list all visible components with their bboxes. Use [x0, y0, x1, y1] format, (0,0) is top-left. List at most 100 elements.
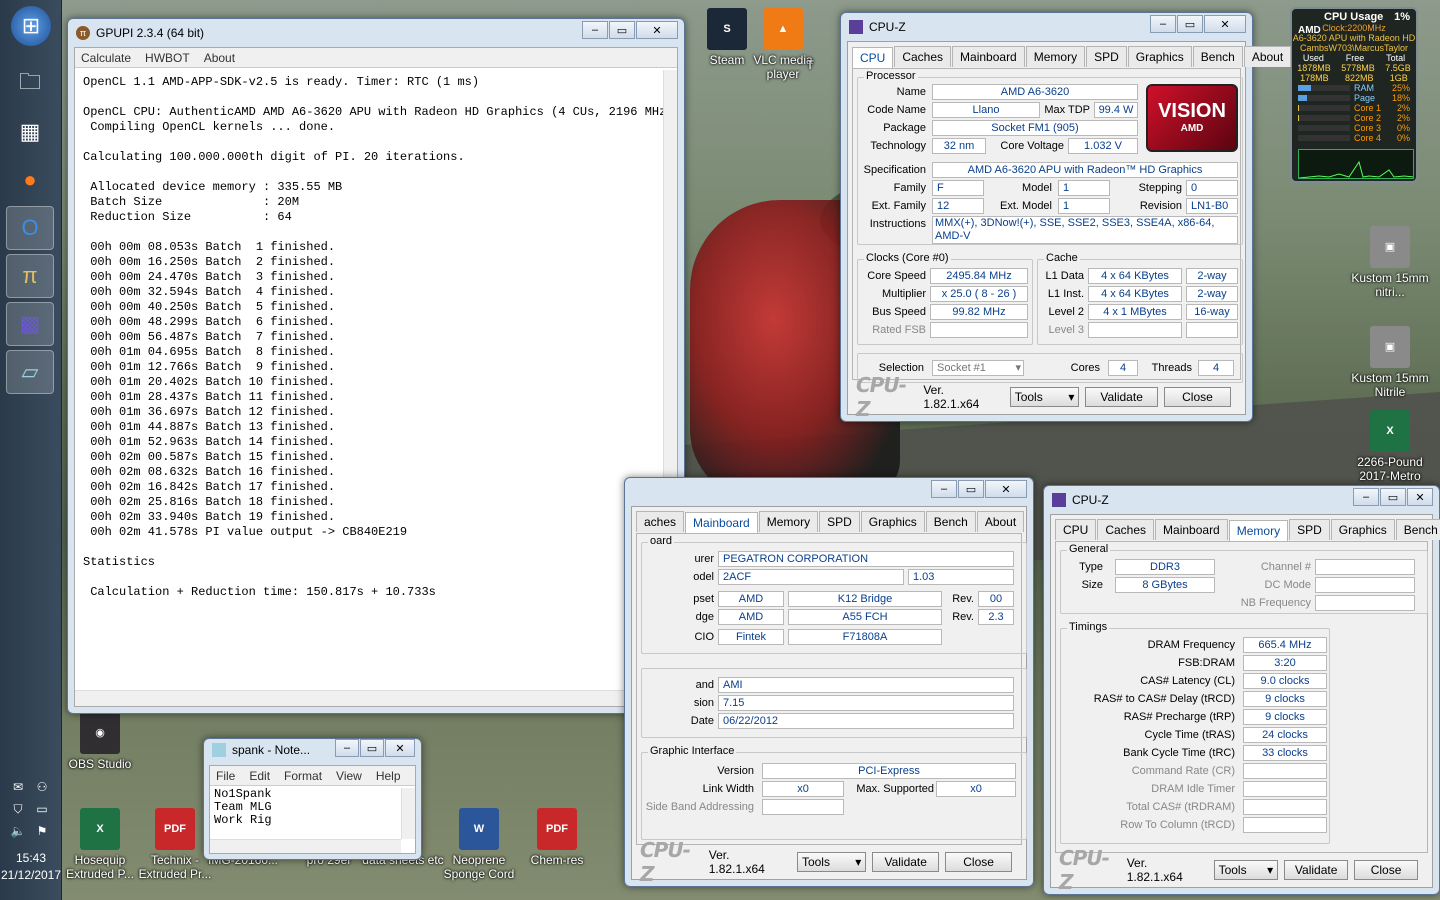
cpuz-icon[interactable]: ▩ — [6, 302, 54, 346]
maximize-button[interactable]: ▭ — [360, 739, 384, 757]
menu-hwbot[interactable]: HWBOT — [145, 51, 190, 65]
clock[interactable]: 15:43 21/12/2017 — [0, 850, 62, 884]
tools-button[interactable]: Tools ▾ — [1213, 860, 1279, 880]
tab-mainboard[interactable]: Mainboard — [952, 46, 1025, 67]
notepad-menu-help[interactable]: Help — [376, 769, 401, 783]
chipset-vendor: AMD — [718, 591, 784, 607]
notepad-menu-view[interactable]: View — [336, 769, 362, 783]
tools-button[interactable]: Tools ▾ — [796, 852, 867, 872]
notepad-window[interactable]: spank - Note... – ▭ ✕ File Edit Format View… — [203, 738, 422, 860]
console-line: 00h 00m 08.053s Batch 1 finished. — [83, 240, 336, 254]
close-button[interactable]: ✕ — [385, 739, 415, 757]
close-button[interactable]: ✕ — [1204, 15, 1246, 33]
tab-bench[interactable]: Bench — [1395, 519, 1440, 540]
notepad-horizontal-scrollbar[interactable] — [210, 839, 401, 853]
desktop-icon-label-partial: T — [806, 58, 814, 72]
maximize-button[interactable]: ▭ — [958, 480, 984, 498]
maximize-button[interactable]: ▭ — [609, 21, 635, 39]
tab-bench[interactable]: Bench — [1192, 46, 1243, 67]
maximize-button[interactable]: ▭ — [1177, 15, 1203, 33]
tab-graphics[interactable]: Graphics — [1330, 519, 1395, 540]
tab-memory[interactable]: Memory — [1025, 46, 1086, 67]
minimize-button[interactable]: – — [1150, 15, 1176, 33]
desktop-icon[interactable]: ▣ Kustom 15mm nitri... — [1345, 226, 1435, 299]
processor-label: Processor — [864, 70, 918, 82]
close-app-button[interactable]: Close — [945, 852, 1013, 872]
tab-caches[interactable]: Caches — [1097, 519, 1155, 540]
tab-graphics[interactable]: Graphics — [860, 511, 925, 532]
desktop-icon[interactable]: X 2266-Pound 2017-Metro — [1345, 410, 1435, 483]
amd-vision-logo: VISION AMD — [1146, 84, 1238, 152]
desktop-icon[interactable]: W Neoprene Sponge Cord — [434, 808, 524, 881]
tab-about[interactable]: About — [1243, 46, 1292, 67]
bios-group: and AMI sion 7.15 Date 06/22/2012 — [641, 668, 1027, 738]
cpuz-mainboard-window[interactable]: – ▭ ✕ aches Mainboard Memory SPD Graphics Ben… — [624, 477, 1034, 887]
notepad-vertical-scrollbar[interactable] — [401, 788, 415, 839]
tab-memory[interactable]: Memory — [1228, 520, 1289, 541]
desktop-icon[interactable]: PDF Chem-res — [512, 808, 602, 867]
menu-about[interactable]: About — [204, 51, 235, 65]
gadget-free-header: Free — [1345, 53, 1365, 63]
minimize-button[interactable]: – — [1353, 488, 1379, 506]
minimize-button[interactable]: – — [582, 21, 608, 39]
validate-button[interactable]: Validate — [872, 852, 940, 872]
tray-flag-icon[interactable]: ⚑ — [32, 824, 52, 842]
tab-bench[interactable]: Bench — [925, 511, 976, 532]
gpupi-window[interactable]: π GPUPI 2.3.4 (64 bit) – ▭ ✕ Calculate H… — [67, 18, 685, 714]
timing-label: DRAM Idle Timer — [1151, 783, 1235, 795]
tab-caches[interactable]: Caches — [894, 46, 952, 67]
validate-button[interactable]: Validate — [1284, 860, 1349, 880]
tab-spd[interactable]: SPD — [819, 511, 860, 532]
menu-calculate[interactable]: Calculate — [81, 51, 131, 65]
tray-display-icon[interactable]: ▭ — [32, 802, 52, 820]
notepad-menu-edit[interactable]: Edit — [249, 769, 270, 783]
notepad-icon[interactable]: ▱ — [6, 350, 54, 394]
tray-shield-icon[interactable]: ⛉ — [8, 802, 28, 820]
cpuz-cpu-window[interactable]: CPU-Z – ▭ ✕ CPU Caches Mainboard Memory SPD G… — [840, 12, 1292, 422]
notepad-menu-format[interactable]: Format — [284, 769, 322, 783]
outlook-icon[interactable]: O — [6, 206, 54, 250]
revision-value: LN1-B0 — [1186, 198, 1238, 214]
maximize-button[interactable]: ▭ — [1380, 488, 1406, 506]
link-width-label: Link Width — [702, 783, 754, 795]
tab-aches[interactable]: aches — [636, 511, 685, 532]
tab-mainboard[interactable]: Mainboard — [685, 512, 758, 533]
notepad-text-area[interactable]: No1Spank Team MLG Work Rig — [210, 786, 415, 829]
gadget-bar-row: Core 2 2% — [1298, 113, 1410, 123]
tab-mainboard[interactable]: Mainboard — [1155, 519, 1228, 540]
timing-label: Bank Cycle Time (tRC) — [1123, 747, 1235, 759]
minimize-button[interactable]: – — [335, 739, 359, 757]
firefox-icon[interactable]: ● — [6, 158, 54, 202]
tab-spd[interactable]: SPD — [1086, 46, 1127, 67]
cpuz-logo: CPU-Z — [1059, 846, 1110, 894]
gpupi-icon[interactable]: π — [6, 254, 54, 298]
tab-cpu[interactable]: CPU — [1055, 519, 1097, 540]
tray-network-icon[interactable]: ⚇ — [32, 780, 52, 798]
cpuz-memory-window[interactable]: CPU-Z – ▭ ✕ CPU Caches Mainboard Memory SPD G… — [1043, 485, 1440, 895]
tab-cpu[interactable]: CPU — [852, 47, 894, 68]
stepping-value: 0 — [1186, 180, 1238, 196]
tab-about[interactable]: About — [976, 511, 1025, 532]
close-app-button[interactable]: Close — [1163, 387, 1231, 407]
start-button[interactable]: ⊞ — [11, 6, 51, 46]
calculator-icon[interactable]: ▦ — [6, 110, 54, 154]
minimize-button[interactable]: – — [931, 480, 957, 498]
close-button[interactable]: ✕ — [985, 480, 1027, 498]
selection-dropdown[interactable]: Socket #1 ▾ — [932, 360, 1024, 376]
tab-graphics[interactable]: Graphics — [1127, 46, 1192, 67]
close-button[interactable]: ✕ — [1407, 488, 1433, 506]
desktop-icon[interactable]: ◉ OBS Studio — [55, 712, 145, 771]
close-button[interactable]: ✕ — [636, 21, 678, 39]
tray-outlook-icon[interactable]: ✉ — [8, 780, 28, 798]
notepad-menu-file[interactable]: File — [216, 769, 235, 783]
close-app-button[interactable]: Close — [1354, 860, 1419, 880]
desktop-icon[interactable]: ▣ Kustom 15mm Nitrile — [1345, 326, 1435, 399]
codename-label: Code Name — [867, 104, 926, 116]
horizontal-scrollbar[interactable] — [75, 690, 663, 706]
file-explorer-icon[interactable]: 🗀 — [6, 62, 54, 106]
tab-spd[interactable]: SPD — [1289, 519, 1330, 540]
validate-button[interactable]: Validate — [1085, 387, 1158, 407]
tray-volume-icon[interactable]: 🔈 — [8, 824, 28, 842]
tools-button[interactable]: Tools ▾ — [1009, 387, 1080, 407]
tab-memory[interactable]: Memory — [758, 511, 819, 532]
